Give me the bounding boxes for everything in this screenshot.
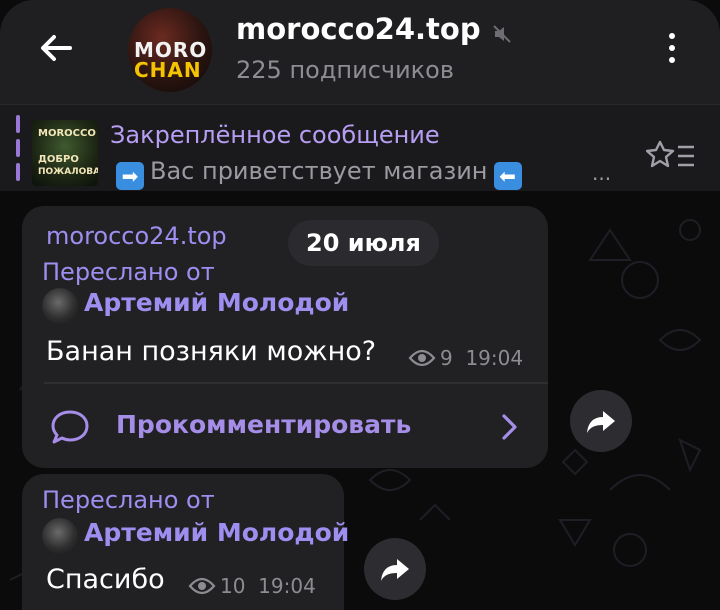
message-text: Спасибо — [46, 564, 165, 595]
pinned-text: Вас приветствует магазин — [150, 157, 488, 185]
channel-sender[interactable]: morocco24.top — [46, 222, 227, 250]
thumb-line-2: ДОБРО — [38, 154, 79, 165]
date-badge: 20 июля — [288, 220, 439, 266]
back-arrow-icon[interactable] — [36, 28, 76, 68]
forwarded-author-name: Артемий Молодой — [84, 288, 350, 317]
arrow-left-emoji: ⬅ — [493, 162, 522, 190]
channel-avatar[interactable]: MORO CHAN — [128, 8, 212, 92]
pinned-title: Закреплённое сообщение — [110, 121, 440, 149]
forwarded-author-name: Артемий Молодой — [84, 518, 350, 547]
message-meta: 10 19:04 — [188, 574, 316, 598]
thumb-line-1: MOROCCO — [38, 128, 96, 139]
view-count: 9 — [440, 346, 453, 370]
channel-title[interactable]: morocco24.top — [236, 12, 481, 46]
arrow-right-emoji: ➡ — [116, 162, 144, 190]
message-time: 19:04 — [465, 346, 524, 370]
message-bubble-2[interactable]: Переслано от Артемий Молодой Спасибо 10 … — [22, 474, 349, 610]
pinned-indicator — [16, 115, 20, 181]
share-button[interactable] — [570, 390, 632, 452]
pinned-text-row: ➡ Вас приветствует магазин ⬅ — [110, 157, 528, 190]
subscriber-count: 225 подписчиков — [236, 56, 454, 84]
more-vert-icon[interactable] — [660, 30, 684, 70]
comment-button[interactable]: Прокомментировать — [22, 384, 548, 468]
forwarded-label: Переслано от — [42, 486, 215, 514]
comment-icon — [51, 410, 89, 444]
mute-icon — [493, 25, 511, 43]
forwarded-label: Переслано от — [42, 258, 215, 286]
message-text: Банан позняки можно? — [46, 336, 377, 367]
message-bubble-1[interactable]: morocco24.top 20 июля Переслано от Артем… — [22, 206, 548, 468]
pinned-thumbnail: MOROCCO ДОБРО ПОЖАЛОВАТЬ — [32, 120, 98, 186]
avatar — [42, 518, 78, 554]
comment-label: Прокомментировать — [116, 410, 412, 439]
share-icon — [381, 559, 409, 581]
chat-header: MORO CHAN morocco24.top 225 подписчиков — [0, 0, 720, 104]
eye-icon — [188, 577, 216, 595]
share-icon — [587, 411, 615, 433]
message-meta: 9 19:04 — [408, 346, 523, 370]
view-count: 10 — [220, 574, 246, 598]
share-button[interactable] — [364, 538, 426, 600]
unpin-list-icon[interactable] — [646, 138, 698, 172]
thumb-line-3: ПОЖАЛОВАТЬ — [38, 167, 98, 177]
avatar-text-bottom: CHAN — [134, 58, 202, 82]
pinned-ellipsis: ... — [592, 161, 612, 185]
chevron-right-icon — [502, 414, 517, 440]
pinned-message-bar[interactable]: MOROCCO ДОБРО ПОЖАЛОВАТЬ Закреплённое со… — [0, 104, 720, 191]
message-time: 19:04 — [258, 574, 316, 598]
avatar — [42, 288, 78, 324]
eye-icon — [408, 349, 436, 367]
